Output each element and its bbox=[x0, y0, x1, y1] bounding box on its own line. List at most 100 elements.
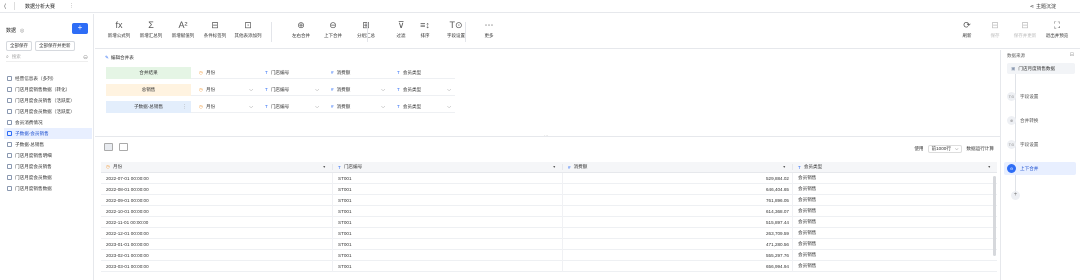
list-item-label: 子数据-会员销售 bbox=[15, 130, 49, 136]
table-row: 2022-12-01 00:00:00 ST001 263,709.59 会员销售 bbox=[101, 227, 997, 239]
rows-select[interactable]: 前1000行 ⌵ bbox=[927, 145, 963, 153]
number-type-icon: # bbox=[331, 103, 334, 109]
vertical-scrollbar[interactable] bbox=[993, 176, 996, 256]
collapse-icon[interactable]: ⊟ bbox=[1070, 52, 1074, 58]
step-label: 上下合并 bbox=[1020, 165, 1039, 171]
more-icon[interactable]: ⋮ bbox=[182, 101, 187, 113]
view-bar: 使用 前1000行 ⌵ 数据运行计算 bbox=[95, 138, 1000, 158]
merge-field: # 消费额 bbox=[323, 67, 389, 79]
tool-label: 新增赋值列 bbox=[171, 33, 195, 38]
tool-icon: ⊟ bbox=[1021, 20, 1029, 30]
list-item[interactable]: 门店月度销售数据 bbox=[4, 183, 92, 194]
tool-字段设置[interactable]: T⊙ 字段设置 bbox=[440, 19, 472, 39]
tool-icon: ≡↕ bbox=[420, 20, 430, 30]
column-header-label: 会员类型 bbox=[803, 164, 823, 169]
list-view-icon[interactable] bbox=[119, 143, 128, 151]
table-cell: 656,994.94 bbox=[563, 260, 793, 272]
settings-icon[interactable]: ◎ bbox=[20, 28, 24, 34]
step-icon: ⊖ bbox=[1007, 164, 1016, 173]
list-item[interactable]: 门店月度销售明细 bbox=[4, 150, 92, 161]
sort-arrow-icon[interactable]: ▼ bbox=[988, 165, 991, 169]
data-source[interactable]: ▣ 门店月度销售数据 bbox=[1007, 63, 1075, 74]
list-item[interactable]: 会员消费情况 bbox=[4, 117, 92, 128]
table-cell: 会员销售 bbox=[798, 197, 817, 202]
add-step-icon[interactable]: + bbox=[1011, 191, 1020, 200]
search-input[interactable]: 搜索 bbox=[12, 54, 21, 60]
sort-arrow-icon[interactable]: ▼ bbox=[553, 165, 556, 169]
list-item-label: 门店月度会员销售 bbox=[15, 163, 52, 169]
merge-field[interactable]: T 会员类型 ⌵ bbox=[389, 84, 455, 96]
tool-保存[interactable]: ⊟ 保存 bbox=[979, 19, 1011, 39]
exec-label[interactable]: 数据运行计算 bbox=[966, 146, 994, 152]
step-item[interactable]: ⊖ 上下合并 bbox=[1004, 162, 1076, 175]
save-all-button[interactable]: 全部保存 bbox=[6, 41, 32, 51]
tool-其他表添加列[interactable]: ⊡ 其他表添加列 bbox=[232, 19, 264, 39]
table-cell: ST001 bbox=[333, 194, 563, 206]
step-label: 字段设置 bbox=[1020, 141, 1039, 147]
column-header[interactable]: T 门店编号 ▼ bbox=[333, 164, 563, 170]
edit-icon: ✎ bbox=[105, 55, 109, 60]
step-item[interactable]: ⊕ 合并转换 bbox=[1007, 116, 1038, 125]
list-item[interactable]: 门店月度会员数据 bbox=[4, 172, 92, 183]
table-cell: 646,404.65 bbox=[563, 183, 793, 195]
merge-field[interactable]: T 会员类型 ⌵ bbox=[389, 101, 455, 113]
column-header[interactable]: # 消费额 ▼ bbox=[563, 164, 793, 170]
back-icon[interactable]: ⟨ bbox=[0, 3, 10, 10]
add-button[interactable]: + bbox=[72, 23, 88, 34]
tool-新增汇总列[interactable]: Σ 新增汇总列 bbox=[135, 19, 167, 39]
table-icon bbox=[7, 164, 12, 169]
search-box[interactable]: ⌕ 搜索 ⊖ bbox=[6, 53, 88, 62]
tool-新增赋值列[interactable]: A² 新增赋值列 bbox=[167, 19, 199, 39]
number-type-icon: # bbox=[568, 164, 571, 170]
save-update-all-button[interactable]: 全部保存并更新 bbox=[35, 41, 75, 51]
table-cell: ST001 bbox=[333, 172, 563, 184]
tool-条件标签列[interactable]: ⊟ 条件标签列 bbox=[199, 19, 231, 39]
merge-row: 子数据-总销售 ⋮ ◷ 月份 ⌵ T 门店编号 ⌵ # 消费额 ⌵ T 会员类型 ⌵ bbox=[106, 101, 571, 113]
chevron-down-icon: ⌵ bbox=[381, 103, 385, 110]
list-item[interactable]: 门店月度会员销售 bbox=[4, 161, 92, 172]
panel-divider[interactable]: ⋯ bbox=[95, 133, 1000, 138]
sort-arrow-icon[interactable]: ▼ bbox=[783, 165, 786, 169]
tool-保存并更新[interactable]: ⊟ 保存并更新 bbox=[1009, 19, 1041, 39]
toolbar-divider bbox=[465, 22, 466, 42]
step-item[interactable]: T⊙ 字段设置 bbox=[1007, 140, 1038, 149]
left-panel: 数据 ◎ + 全部保存 全部保存并更新 ⌕ 搜索 ⊖ 经营信息表（多列） 门店月度… bbox=[0, 14, 94, 280]
grid-view-icon[interactable] bbox=[104, 143, 113, 151]
step-label: 合并转换 bbox=[1020, 117, 1039, 123]
merge-field[interactable]: T 门店编号 ⌵ bbox=[257, 84, 323, 96]
column-header[interactable]: T 会员类型 ▼ bbox=[793, 164, 997, 170]
tool-label: 排序 bbox=[420, 33, 430, 38]
step-item[interactable]: T⊙ 字段设置 bbox=[1007, 92, 1038, 101]
merge-field[interactable]: ◷ 月份 ⌵ bbox=[191, 101, 257, 113]
filter-icon[interactable]: ⊖ bbox=[83, 54, 88, 61]
sort-arrow-icon[interactable]: ▼ bbox=[323, 165, 326, 169]
merge-field[interactable]: ◷ 月份 ⌵ bbox=[191, 84, 257, 96]
more-icon[interactable]: ⋮ bbox=[69, 3, 74, 9]
list-item[interactable]: 门店月度会员销售（活跃度） bbox=[4, 95, 92, 106]
merge-field[interactable]: # 消费额 ⌵ bbox=[323, 84, 389, 96]
tool-label: 保存并更新 bbox=[1013, 33, 1037, 38]
tool-排序[interactable]: ≡↕ 排序 bbox=[409, 19, 441, 39]
share-button[interactable]: ⋖ 主题沉淀 bbox=[1030, 3, 1056, 11]
table-cell: 263,709.59 bbox=[563, 227, 793, 239]
column-header[interactable]: ◷ 月份 ▼ bbox=[101, 164, 333, 170]
list-item[interactable]: 子数据-会员销售 bbox=[4, 128, 92, 139]
tool-上下合并[interactable]: ⊖ 上下合并 bbox=[317, 19, 349, 39]
table-cell: 555,297.76 bbox=[563, 249, 793, 261]
tool-新增公式列[interactable]: fx 新增公式列 bbox=[103, 19, 135, 39]
table-icon bbox=[7, 109, 12, 114]
tool-退出并预览[interactable]: ⛶ 退出并预览 bbox=[1041, 19, 1073, 39]
merge-field[interactable]: # 消费额 ⌵ bbox=[323, 101, 389, 113]
merge-field[interactable]: T 门店编号 ⌵ bbox=[257, 101, 323, 113]
list-item[interactable]: 门店月度销售数据（转化） bbox=[4, 84, 92, 95]
table-row: 2022-10-01 00:00:00 ST001 614,368.07 会员销售 bbox=[101, 205, 997, 217]
tool-更多[interactable]: ⋯ 更多 bbox=[473, 19, 505, 39]
tool-分组汇总[interactable]: ⊞ 分组汇总 bbox=[350, 19, 382, 39]
merge-field-label: 月份 bbox=[206, 69, 216, 75]
list-item[interactable]: 门店月度会员数据（活跃度） bbox=[4, 106, 92, 117]
tool-icon: Σ bbox=[148, 20, 154, 30]
list-item[interactable]: 经营信息表（多列） bbox=[4, 73, 92, 84]
table-cell: 会员销售 bbox=[798, 186, 817, 191]
tool-左右合并[interactable]: ⊕ 左右合并 bbox=[285, 19, 317, 39]
list-item[interactable]: 子数据-总销售 bbox=[4, 139, 92, 150]
